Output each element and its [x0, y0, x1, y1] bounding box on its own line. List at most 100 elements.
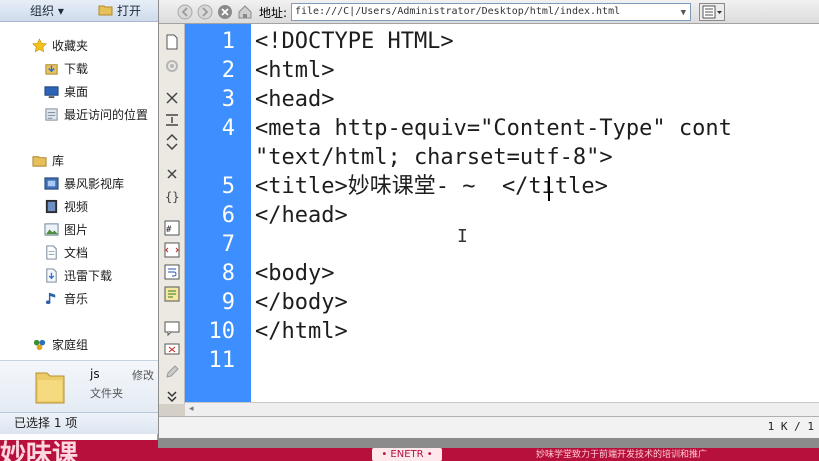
selected-item-modified-label: 修改 [132, 369, 154, 382]
chevron-double-down-icon[interactable] [164, 388, 180, 404]
address-value: file:///C|/Users/Administrator/Desktop/h… [295, 6, 621, 17]
forward-icon[interactable] [197, 4, 213, 20]
address-label: 地址: [259, 6, 288, 20]
folder-icon [35, 372, 65, 404]
collapse-tag-icon[interactable] [164, 90, 180, 106]
editor-bottom-edge [159, 438, 819, 448]
apply-comment-icon[interactable] [164, 320, 180, 336]
line-number: 6 [221, 203, 235, 228]
nav-library[interactable]: 库 [32, 152, 64, 170]
selected-item-type: 文件夹 [90, 387, 123, 400]
back-icon[interactable] [177, 4, 193, 20]
explorer-toolbar: 组织 ▾ 打开 [0, 0, 158, 22]
line-number: 1 [221, 29, 235, 54]
recent-places-icon [45, 108, 58, 121]
nav-item-label: 音乐 [64, 292, 89, 306]
background-tagline: 妙味学堂致力于前端开发技术的培训和推广 [536, 450, 708, 460]
line-number: 11 [208, 348, 236, 373]
code-line[interactable]: <title>妙味课堂- ~ </title> [255, 172, 608, 201]
open-button[interactable]: 打开 [98, 2, 141, 20]
code-line[interactable]: </body> [255, 288, 348, 317]
nav-item-label: 图片 [64, 223, 89, 237]
open-button-label: 打开 [117, 4, 142, 18]
svg-text:{}: {} [165, 190, 179, 204]
highlight-invalid-code-icon[interactable] [164, 242, 180, 258]
film-icon [45, 199, 58, 214]
line-number: 4 [221, 116, 235, 141]
new-document-icon[interactable] [164, 34, 180, 50]
library-icon [32, 156, 47, 167]
code-line[interactable]: </head> [255, 201, 348, 230]
nav-item-label: 桌面 [64, 85, 89, 99]
select-parent-tag-icon[interactable] [164, 166, 180, 182]
nav-item-label: 暴风影视库 [64, 177, 125, 191]
line-number: 10 [208, 319, 236, 344]
nav-item-documents[interactable]: 文档 [46, 244, 89, 262]
nav-item-music[interactable]: 音乐 [45, 290, 89, 308]
collapse-selection-icon[interactable] [164, 112, 180, 128]
code-line[interactable]: <head> [255, 85, 334, 114]
text-caret [548, 177, 550, 201]
star-icon [32, 38, 47, 53]
explorer-status-bar: 已选择 1 项 [0, 412, 158, 434]
nav-favorites[interactable]: 收藏夹 [32, 37, 89, 55]
code-view[interactable]: 1 2 3 4 5 6 7 8 9 10 11 <!DOCTYPE HTML> … [185, 24, 819, 402]
line-number: 3 [221, 87, 235, 112]
nav-homegroup[interactable]: 家庭组 [33, 336, 89, 354]
line-number: 7 [221, 232, 235, 257]
options-menu-button[interactable] [699, 3, 725, 21]
code-line[interactable]: <meta http-equiv="Content-Type" cont [255, 114, 732, 143]
picture-icon [44, 223, 59, 236]
gear-icon[interactable] [164, 58, 180, 74]
nav-item-desktop[interactable]: 桌面 [44, 83, 89, 101]
nav-item-recent[interactable]: 最近访问的位置 [45, 106, 149, 124]
nav-item-thunder-downloads[interactable]: 迅雷下载 [46, 267, 112, 285]
syntax-coloring-icon[interactable] [164, 286, 180, 302]
download-folder-icon [45, 64, 58, 75]
nav-item-downloads[interactable]: 下载 [45, 60, 89, 78]
line-number: 5 [221, 174, 235, 199]
nav-homegroup-label: 家庭组 [52, 338, 89, 352]
pencil-icon[interactable] [164, 364, 180, 380]
svg-text:#: # [166, 225, 172, 235]
navigation-pane: 收藏夹 下载 桌面 最近访问的位置 库 暴风影视库 视频 图片 文档 迅雷下载 … [0, 22, 158, 362]
line-number: 9 [221, 290, 235, 315]
line-number-gutter: 1 2 3 4 5 6 7 8 9 10 11 [185, 24, 251, 402]
remove-comment-icon[interactable] [164, 342, 180, 358]
ibeam-cursor-icon: I [457, 226, 468, 247]
details-pane: js 文件夹 修改 [0, 360, 158, 412]
nav-item-label: 最近访问的位置 [64, 108, 149, 122]
nav-item-label: 文档 [64, 246, 89, 260]
line-number: 2 [221, 58, 235, 83]
code-line[interactable]: </html> [255, 317, 348, 346]
explorer-window: 组织 ▾ 打开 收藏夹 下载 桌面 最近访问的位置 库 暴风影视库 视频 图片 … [0, 0, 158, 440]
line-numbers-icon[interactable]: # [164, 220, 180, 236]
list-options-icon [702, 5, 722, 19]
code-line[interactable]: "text/html; charset=utf-8"> [255, 143, 613, 172]
file-size-info: 1 K / 1 [767, 420, 814, 433]
background-badge: • ENETR • [372, 448, 442, 461]
chevron-down-icon[interactable]: ▼ [681, 5, 686, 20]
stop-icon[interactable] [217, 4, 233, 20]
code-line[interactable]: <html> [255, 56, 334, 85]
nav-item-video[interactable]: 视频 [45, 198, 89, 216]
address-input[interactable]: file:///C|/Users/Administrator/Desktop/h… [291, 3, 691, 21]
video-library-icon [44, 177, 59, 190]
address-bar: 地址: file:///C|/Users/Administrator/Deskt… [159, 0, 819, 24]
editor-window: 地址: file:///C|/Users/Administrator/Deskt… [158, 0, 819, 448]
editor-status-bar: 1 K / 1 [159, 416, 819, 438]
home-icon[interactable] [237, 4, 253, 20]
balance-braces-icon[interactable]: {} [164, 188, 180, 204]
horizontal-scrollbar[interactable]: ◂ [185, 402, 819, 416]
background-banner-text: 妙味课 [0, 440, 79, 461]
nav-favorites-label: 收藏夹 [52, 39, 89, 53]
word-wrap-icon[interactable] [164, 264, 180, 280]
nav-item-label: 视频 [64, 200, 89, 214]
code-line[interactable]: <!DOCTYPE HTML> [255, 27, 454, 56]
organize-button[interactable]: 组织 ▾ [30, 2, 64, 20]
nav-item-storm-video[interactable]: 暴风影视库 [44, 175, 125, 193]
expand-all-icon[interactable] [164, 134, 180, 150]
nav-item-pictures[interactable]: 图片 [44, 221, 89, 239]
code-line[interactable]: <body> [255, 259, 334, 288]
nav-item-label: 下载 [64, 62, 89, 76]
